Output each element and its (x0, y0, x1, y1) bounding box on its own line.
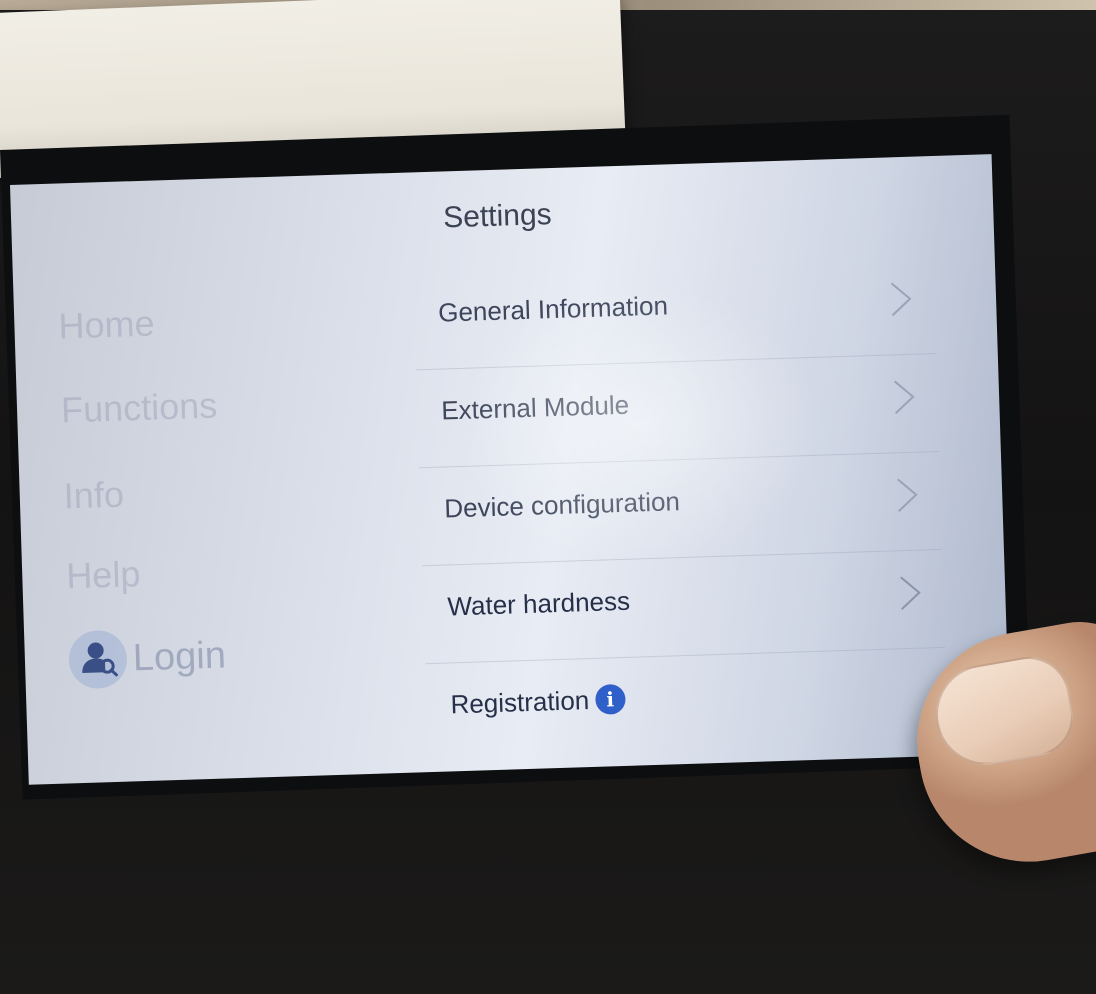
sidebar: Home Functions Info Help Login (57, 274, 377, 690)
menu-item-label-wrap: Registration i (450, 683, 626, 720)
login-button[interactable]: Login (68, 626, 227, 690)
chevron-right-icon (900, 576, 921, 610)
chevron-right-icon (890, 282, 912, 317)
menu-item-external-module[interactable]: External Module (416, 354, 939, 469)
fingernail (928, 650, 1080, 773)
menu-item-device-configuration[interactable]: Device configuration (419, 452, 942, 567)
menu-item-label: External Module (440, 389, 630, 426)
sidebar-item-functions[interactable]: Functions (60, 385, 217, 432)
menu-item-label: Device configuration (443, 486, 681, 524)
sidebar-item-info[interactable]: Info (63, 474, 124, 518)
menu-item-label: Registration (450, 685, 590, 720)
photo-background: Settings Home Functions Info Help Login (0, 0, 1096, 994)
sidebar-item-help[interactable]: Help (66, 553, 141, 597)
menu-item-registration[interactable]: Registration i (425, 648, 948, 762)
menu-item-water-hardness[interactable]: Water hardness (422, 550, 946, 665)
page-title: Settings (442, 198, 553, 235)
chevron-right-icon (897, 478, 918, 512)
user-search-icon (68, 629, 128, 690)
menu-item-general-information[interactable]: General Information (413, 256, 936, 371)
menu-item-label: Water hardness (446, 585, 631, 622)
menu-item-label: General Information (437, 290, 669, 328)
chevron-right-icon (893, 380, 915, 415)
login-label: Login (132, 633, 227, 679)
info-icon[interactable]: i (594, 683, 626, 715)
sidebar-item-home[interactable]: Home (58, 303, 155, 348)
touch-screen: Settings Home Functions Info Help Login (10, 154, 1011, 785)
settings-menu: General Information External Module Devi… (413, 256, 946, 719)
